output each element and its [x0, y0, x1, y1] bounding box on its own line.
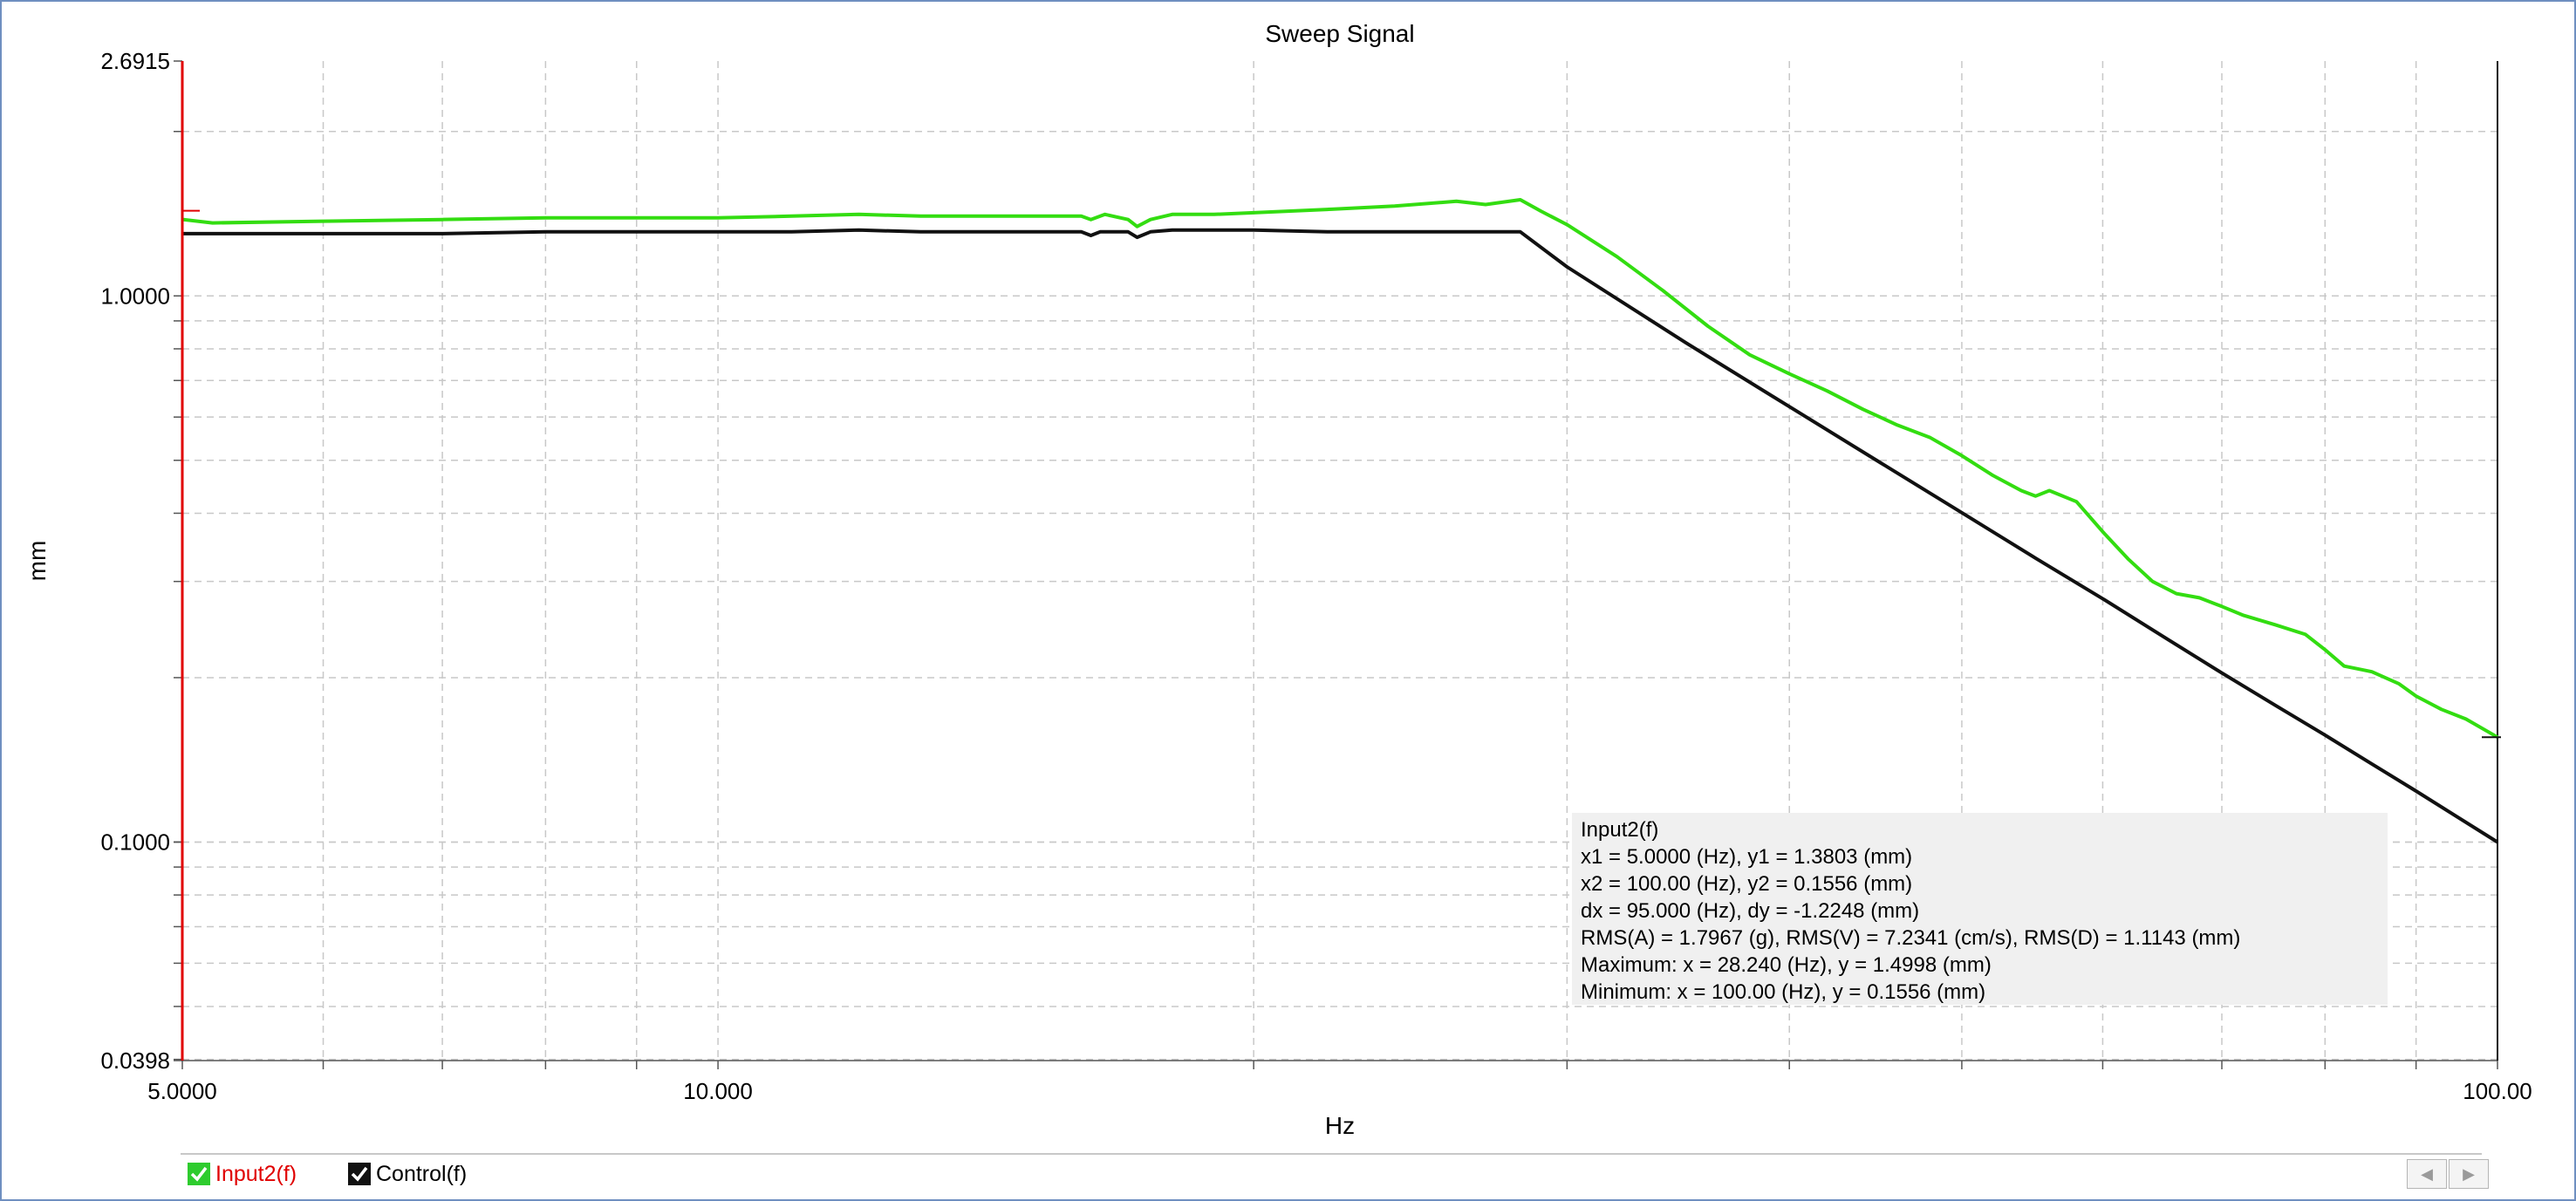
y-tick-label: 0.1000 — [100, 829, 170, 855]
x-tick-label: 10.000 — [683, 1078, 753, 1104]
y-tick-label: 2.6915 — [100, 48, 170, 74]
cursor-readout-box: Input2(f) x1 = 5.0000 (Hz), y1 = 1.3803 … — [1572, 813, 2388, 1005]
chart-window: 5.0000 10.000 100.00 2.6915 1.0000 0.1000 0.03… — [0, 0, 2576, 1201]
cursor-readout-line: Minimum: x = 100.00 (Hz), y = 0.1556 (mm… — [1581, 980, 1986, 1004]
checkbox-icon[interactable] — [348, 1163, 371, 1185]
legend-scroll: ◀ ▶ — [2407, 1159, 2489, 1189]
chart-title: Sweep Signal — [1265, 20, 1414, 47]
cursor-readout-line: x2 = 100.00 (Hz), y2 = 0.1556 (mm) — [1581, 872, 1913, 896]
legend-item-input2[interactable]: Input2(f) — [188, 1159, 297, 1189]
checkbox-icon[interactable] — [188, 1163, 210, 1185]
y-tick-label: 0.0398 — [100, 1047, 170, 1074]
y-tick-label: 1.0000 — [100, 283, 170, 309]
cursor-readout-line: Maximum: x = 28.240 (Hz), y = 1.4998 (mm… — [1581, 953, 1992, 977]
cursor-readout-line: RMS(A) = 1.7967 (g), RMS(V) = 7.2341 (cm… — [1581, 926, 2241, 950]
cursor-readout-line: x1 = 5.0000 (Hz), y1 = 1.3803 (mm) — [1581, 845, 1913, 869]
x-axis-label: Hz — [1325, 1112, 1355, 1139]
legend-separator — [181, 1153, 2482, 1155]
scroll-right-button[interactable]: ▶ — [2449, 1159, 2489, 1189]
x-tick-label: 100.00 — [2463, 1078, 2532, 1104]
legend-label: Control(f) — [376, 1161, 468, 1186]
cursor-readout-line: Input2(f) — [1581, 818, 1659, 842]
legend-label: Input2(f) — [215, 1161, 297, 1186]
legend-item-control[interactable]: Control(f) — [348, 1159, 467, 1189]
scroll-left-button[interactable]: ◀ — [2407, 1159, 2447, 1189]
x-tick-label: 5.0000 — [147, 1078, 217, 1104]
cursor-readout-line: dx = 95.000 (Hz), dy = -1.2248 (mm) — [1581, 899, 1920, 923]
y-axis-label: mm — [24, 541, 51, 582]
